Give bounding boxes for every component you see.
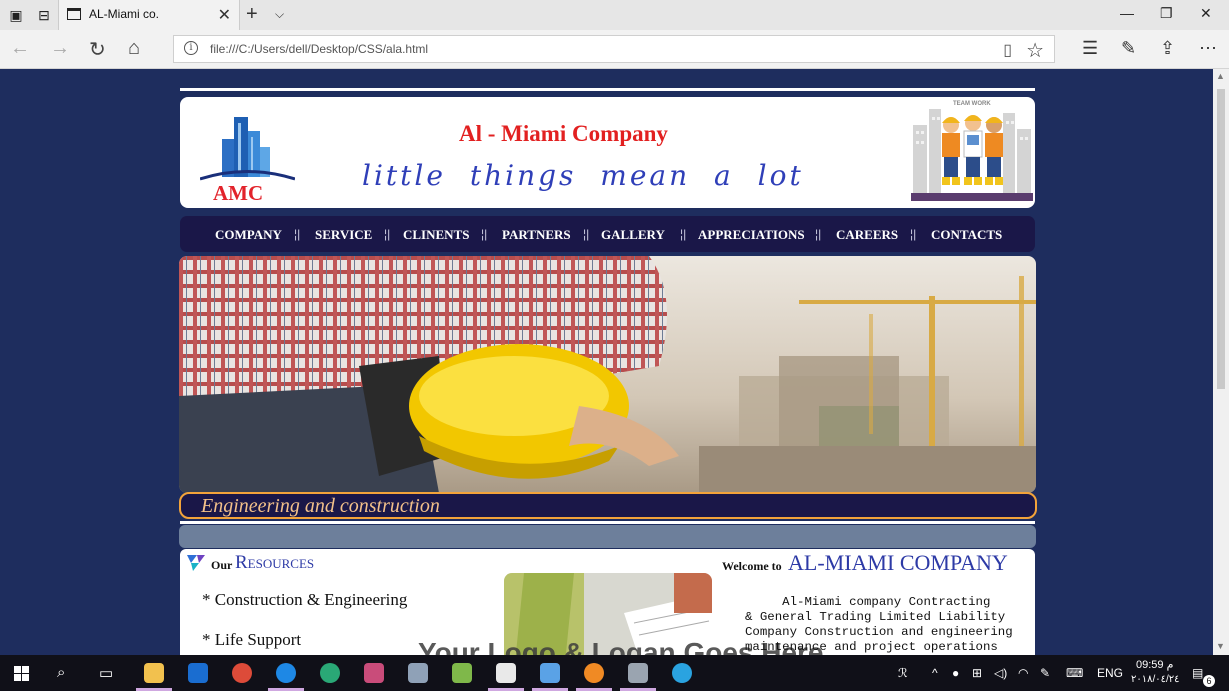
windows-taskbar: ⌕ ▭ ℛ ^ ● ⊞ ◁) ◠ ✎ ⌨ ENG 09:59 م ٢٠١٨/٠٤… xyxy=(0,655,1229,691)
network-icon[interactable]: ⊞ xyxy=(972,666,982,680)
page-icon xyxy=(67,8,81,20)
resource-item: * Life Support xyxy=(202,630,302,649)
pen-icon[interactable]: ✎ xyxy=(1121,38,1136,59)
tagline-banner: Engineering and construction xyxy=(179,492,1037,519)
company-title: Al - Miami Company xyxy=(459,121,668,146)
resources-title: Resources xyxy=(235,552,315,573)
edge-icon[interactable] xyxy=(276,663,296,683)
app-icon-cube[interactable] xyxy=(540,663,560,683)
welcome-prefix: Welcome to xyxy=(722,559,782,573)
chevron-up-icon[interactable]: ^ xyxy=(932,666,938,680)
minimize-icon[interactable]: — xyxy=(1120,5,1134,21)
tab-title: AL-Miami co. xyxy=(89,7,160,21)
notifications-icon[interactable]: ▤ xyxy=(1192,666,1203,680)
resource-item: * Construction & Engineering xyxy=(202,590,408,609)
welcome-company-name: AL-MIAMI COMPANY xyxy=(788,550,1008,575)
telegram-icon[interactable] xyxy=(672,663,692,683)
nav-company[interactable]: COMPANY xyxy=(215,227,282,243)
nav-appreciations[interactable]: APPRECIATIONS xyxy=(698,227,805,243)
refresh-icon[interactable]: ↻ xyxy=(89,37,106,62)
share-icon[interactable]: ⇪ xyxy=(1160,38,1175,59)
app-icon-grey[interactable] xyxy=(408,663,428,683)
banner-text: Engineering and construction xyxy=(201,495,440,517)
app-icon-green[interactable] xyxy=(320,663,340,683)
nav-service[interactable]: SERVICE xyxy=(315,227,372,243)
app-icon-pink[interactable] xyxy=(364,663,384,683)
close-tab-icon[interactable]: ✕ xyxy=(218,5,231,25)
keyboard-icon[interactable]: ⌨ xyxy=(1066,666,1083,680)
resources-icon xyxy=(187,555,205,571)
nav-separator: ¦| xyxy=(481,227,488,241)
tray-app-icon[interactable]: ● xyxy=(952,666,959,680)
hero-image xyxy=(179,256,1036,493)
content-section: Our Resources * Construction & Engineeri… xyxy=(180,549,1035,655)
database-icon[interactable] xyxy=(628,663,648,683)
nav-contacts[interactable]: CONTACTS xyxy=(931,227,1002,243)
tabs-aside-icon[interactable]: ⊟ xyxy=(36,7,52,23)
resources-our: Our xyxy=(211,558,233,572)
nav-separator: ¦| xyxy=(910,227,917,241)
home-icon[interactable]: ⌂ xyxy=(128,37,140,60)
restore-icon[interactable]: ❐ xyxy=(1160,5,1173,22)
outlook-icon[interactable] xyxy=(188,663,208,683)
favorites-list-icon[interactable]: ☰ xyxy=(1082,38,1098,59)
site-header: AMC Al - Miami Company little things mea… xyxy=(180,97,1035,208)
main-nav: COMPANY ¦| SERVICE ¦| CLINENTS ¦| PARTNE… xyxy=(180,216,1035,252)
clock-date[interactable]: ٢٠١٨/٠٤/٢٤ xyxy=(1131,674,1180,685)
wifi-icon[interactable]: ◠ xyxy=(1018,666,1028,680)
page-viewport: AMC Al - Miami Company little things mea… xyxy=(0,69,1213,655)
nav-separator: ¦| xyxy=(583,227,590,241)
logo-text: AMC xyxy=(213,181,264,205)
nav-careers[interactable]: CAREERS xyxy=(836,227,898,243)
nav-partners[interactable]: PARTNERS xyxy=(502,227,571,243)
notification-count: 6 xyxy=(1203,675,1215,687)
address-bar[interactable]: i file:///C:/Users/dell/Desktop/CSS/ala.… xyxy=(173,35,1055,63)
back-icon[interactable]: ← xyxy=(10,37,30,60)
more-icon[interactable]: ⋯ xyxy=(1199,38,1217,59)
file-explorer-icon[interactable] xyxy=(144,663,164,683)
team-work-label: TEAM WORK xyxy=(953,101,991,107)
scroll-down-icon[interactable]: ▼ xyxy=(1216,641,1225,651)
clock-time[interactable]: 09:59 م xyxy=(1136,658,1173,671)
page-scrollbar[interactable]: ▲ ▼ xyxy=(1213,69,1229,655)
browser-tab[interactable]: AL-Miami co. ✕ xyxy=(58,0,240,30)
divider-line xyxy=(180,521,1035,524)
chrome-icon[interactable] xyxy=(232,663,252,683)
windows-start-icon[interactable] xyxy=(14,666,29,681)
app-icon-diamond[interactable] xyxy=(452,663,472,683)
team-work-illustration: TEAM WORK xyxy=(911,101,1033,201)
nav-clients[interactable]: CLINENTS xyxy=(403,227,469,243)
people-icon[interactable]: ℛ xyxy=(898,666,908,680)
scroll-up-icon[interactable]: ▲ xyxy=(1216,71,1225,81)
language-indicator[interactable]: ENG xyxy=(1097,666,1123,680)
grey-strip xyxy=(179,525,1036,548)
video-editor-icon[interactable] xyxy=(496,663,516,683)
favorite-star-icon[interactable]: ☆ xyxy=(1026,38,1044,63)
url-text[interactable]: file:///C:/Users/dell/Desktop/CSS/ala.ht… xyxy=(210,42,428,56)
browser-tab-bar: ▣ ⊟ AL-Miami co. ✕ + ⌵ — ❐ ✕ xyxy=(0,0,1229,30)
pen-workspace-icon[interactable]: ✎ xyxy=(1040,666,1050,680)
nav-gallery[interactable]: GALLERY xyxy=(601,227,665,243)
nav-separator: ¦| xyxy=(384,227,391,241)
forward-icon[interactable]: → xyxy=(50,37,70,60)
scroll-thumb[interactable] xyxy=(1217,89,1225,389)
about-text: Al-Miami company Contracting & General T… xyxy=(745,595,1013,654)
nav-separator: ¦| xyxy=(294,227,301,241)
app-icon-orange[interactable] xyxy=(584,663,604,683)
new-tab-icon[interactable]: + xyxy=(246,3,258,26)
volume-icon[interactable]: ◁) xyxy=(994,666,1007,680)
chevron-down-icon[interactable]: ⌵ xyxy=(275,7,284,22)
info-icon[interactable]: i xyxy=(184,41,198,55)
address-toolbar: ← → ↻ ⌂ i file:///C:/Users/dell/Desktop/… xyxy=(0,30,1229,69)
close-window-icon[interactable]: ✕ xyxy=(1200,5,1212,22)
task-view-icon[interactable]: ▭ xyxy=(99,664,113,682)
tab-actions-icon[interactable]: ▣ xyxy=(8,7,24,23)
divider-line xyxy=(180,88,1035,91)
nav-separator: ¦| xyxy=(815,227,822,241)
nav-separator: ¦| xyxy=(680,227,687,241)
search-icon[interactable]: ⌕ xyxy=(57,664,65,681)
tagline: little things mean a lot xyxy=(362,159,804,192)
reading-view-icon[interactable]: ▯ xyxy=(1003,40,1012,60)
